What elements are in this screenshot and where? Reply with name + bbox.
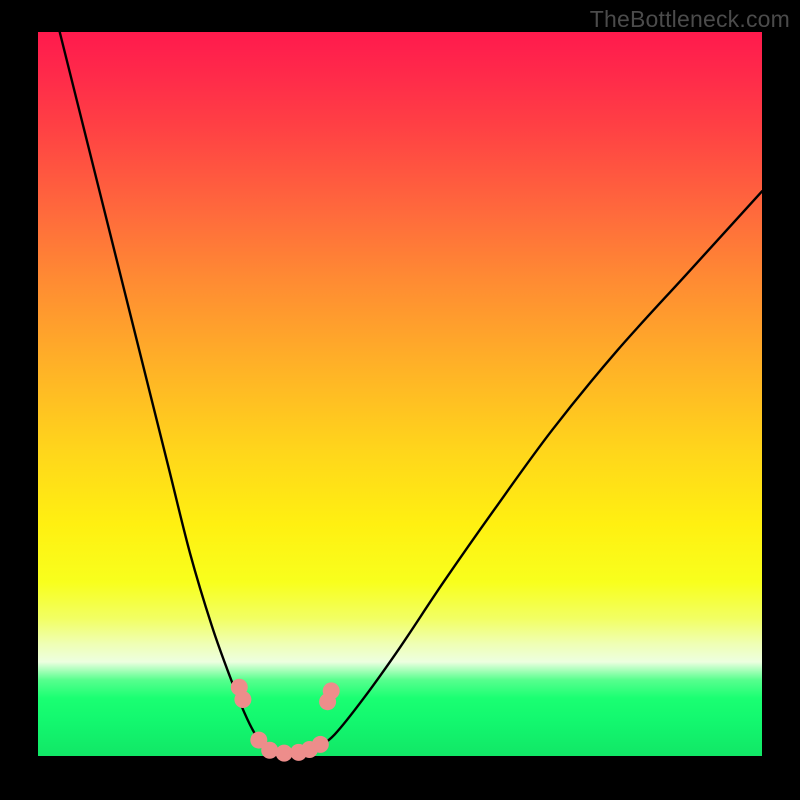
plot-area bbox=[38, 32, 762, 756]
data-marker bbox=[261, 742, 278, 759]
bottleneck-curve bbox=[60, 32, 762, 755]
data-marker bbox=[323, 682, 340, 699]
chart-frame: TheBottleneck.com bbox=[0, 0, 800, 800]
data-marker bbox=[312, 736, 329, 753]
data-marker bbox=[276, 745, 293, 762]
bottleneck-curve-svg bbox=[38, 32, 762, 756]
watermark-text: TheBottleneck.com bbox=[590, 6, 790, 33]
data-marker bbox=[234, 691, 251, 708]
